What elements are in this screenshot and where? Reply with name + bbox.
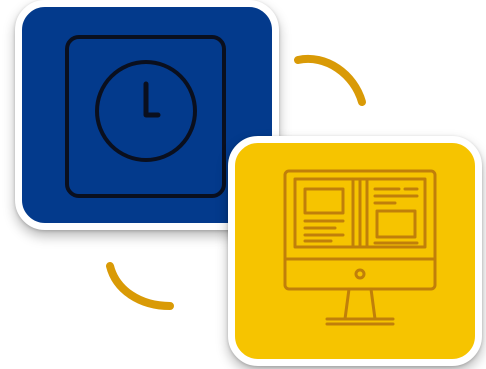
monitor-tile [228,136,482,366]
connector-arc-top [294,54,366,106]
illustration [0,0,486,369]
connector-arc-bottom [106,262,174,310]
monitor-icon [283,169,437,326]
